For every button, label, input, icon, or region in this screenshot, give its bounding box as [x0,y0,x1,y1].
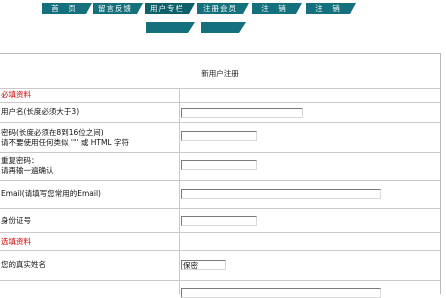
required-section-row: 必填资料 [0,88,440,103]
nav-tab-register[interactable]: 注册会员 [197,3,249,14]
username-row: 用户名(长度必须大于3) [0,102,440,123]
confirm-password-row: 重复密码： 请再输一遍确认 [0,152,440,181]
next-row [0,280,440,298]
nav-tab-user-column[interactable]: 用户专栏 [145,3,195,14]
password-row: 密码(长度必须在8到16位之间) 请不要使用任何类似 '"' 或 HTML 字符 [0,122,440,153]
nav-tab-logout-2[interactable]: 注 销 [306,3,356,14]
email-row: Email(请填写您常用的Email) [0,180,440,209]
nav-tab-feedback[interactable]: 留言反馈 [93,3,143,14]
next-input[interactable] [181,288,381,298]
password-hint: 请不要使用任何类似 '"' 或 HTML 字符 [1,138,129,147]
confirm-password-hint: 请再输一遍确认 [1,166,54,175]
sub-tab-1[interactable] [146,22,195,33]
sub-tab-2[interactable] [201,22,246,33]
nav-tab-label: 首 页 [51,4,77,13]
confirm-password-input[interactable] [181,160,257,170]
id-number-row: 身份证号 [0,208,440,233]
nav-tab-label: 注册会员 [203,4,237,13]
realname-row: 您的真实姓名 [0,250,440,281]
password-input[interactable] [181,131,257,141]
required-section-label: 必填资料 [1,90,31,99]
id-number-label: 身份证号 [1,216,31,225]
nav-tab-label: 注 销 [315,4,341,13]
optional-section-row: 选填资料 [0,232,440,251]
optional-section-label: 选填资料 [1,237,31,246]
nav-tab-logout[interactable]: 注 销 [252,3,302,14]
email-label: Email(请填写您常用的Email) [1,189,101,198]
form-title: 新用户注册 [201,69,239,78]
id-number-input[interactable] [181,216,257,226]
nav-tab-label: 用户专栏 [150,4,184,13]
email-input[interactable] [181,189,381,199]
nav-tab-label: 留言反馈 [98,4,132,13]
username-label: 用户名(长度必须大于3) [1,107,80,116]
form-title-row: 新用户注册 [0,54,440,89]
registration-form: 新用户注册 必填资料 用户名(长度必须大于3) 密码(长度必须在8到16位之间)… [0,53,441,298]
realname-input[interactable] [181,260,226,270]
nav-tab-home[interactable]: 首 页 [42,3,92,14]
password-label: 密码(长度必须在8到16位之间) [1,128,104,137]
nav-tab-label: 注 销 [261,4,287,13]
confirm-password-label: 重复密码： [1,156,39,165]
realname-label: 您的真实姓名 [1,260,46,269]
username-input[interactable] [181,108,303,118]
